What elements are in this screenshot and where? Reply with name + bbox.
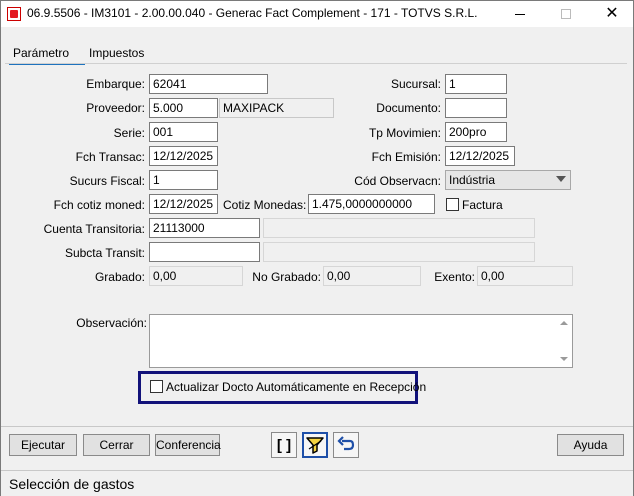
proveedor-label: Proveedor:: [86, 101, 145, 115]
documento-field[interactable]: [445, 98, 507, 118]
actualizar-label: Actualizar Docto Automáticamente en Rece…: [166, 380, 427, 394]
exento-field: 0,00: [477, 266, 573, 286]
scroll-down-icon: [560, 357, 568, 361]
factura-label: Factura: [462, 198, 503, 212]
conferencia-button[interactable]: Conferencia: [155, 434, 221, 456]
serie-field[interactable]: 001: [149, 122, 218, 142]
maximize-icon: [561, 9, 571, 19]
tp-movimien-label: Tp Movimien:: [368, 126, 441, 140]
filter-button[interactable]: [302, 432, 328, 458]
cuenta-transitoria-desc: [263, 218, 535, 238]
cotiz-monedas-field[interactable]: 1.475,0000000000: [308, 194, 435, 214]
scroll-up-icon: [560, 321, 568, 325]
status-bar: Selección de gastos: [1, 470, 633, 496]
embarque-field[interactable]: 62041: [149, 74, 268, 94]
observacion-scrollbar[interactable]: [556, 315, 572, 367]
app-window: 06.9.5506 - IM3101 - 2.00.00.040 - Gener…: [0, 0, 634, 496]
sucurs-fiscal-label: Sucurs Fiscal:: [69, 174, 145, 188]
embarque-label: Embarque:: [86, 77, 145, 91]
undo-button[interactable]: [333, 432, 359, 458]
chevron-down-icon: [556, 176, 566, 182]
sucursal-label: Sucursal:: [390, 77, 441, 91]
tab-impuestos[interactable]: Impuestos: [85, 43, 148, 65]
tab-parametro[interactable]: Parámetro: [9, 43, 85, 65]
tp-movimien-field[interactable]: 200pro: [445, 122, 507, 142]
cerrar-button[interactable]: Cerrar: [83, 434, 150, 456]
brackets-icon: [ ]: [276, 436, 292, 454]
button-bar: Ejecutar Cerrar Conferencia [ ] Ayuda: [1, 426, 633, 462]
title-bar: 06.9.5506 - IM3101 - 2.00.00.040 - Gener…: [1, 1, 633, 27]
undo-icon: [337, 436, 355, 451]
minimize-button[interactable]: [497, 1, 543, 27]
fch-emision-field[interactable]: 12/12/2025: [445, 146, 515, 166]
subcta-transit-field[interactable]: [149, 242, 260, 262]
no-grabado-label: No Grabado:: [252, 270, 321, 284]
documento-label: Documento:: [376, 101, 441, 115]
ayuda-button[interactable]: Ayuda: [557, 434, 624, 456]
filter-funnel-icon: [306, 437, 324, 454]
close-button[interactable]: ✕: [589, 1, 634, 27]
cuenta-transitoria-field[interactable]: 21113000: [149, 218, 260, 238]
brackets-button[interactable]: [ ]: [271, 432, 297, 458]
proveedor-name: MAXIPACK: [219, 98, 334, 118]
maximize-button[interactable]: [543, 1, 589, 27]
observacion-textarea[interactable]: [149, 314, 573, 368]
grabado-label: Grabado:: [94, 270, 145, 284]
minimize-icon: [515, 13, 525, 15]
cuenta-transitoria-label: Cuenta Transitoria:: [43, 222, 145, 236]
observacion-label: Observación:: [76, 316, 147, 330]
subcta-transit-label: Subcta Transit:: [64, 246, 145, 260]
ejecutar-button[interactable]: Ejecutar: [9, 434, 77, 456]
sucurs-fiscal-field[interactable]: 1: [149, 170, 218, 190]
window-title: 06.9.5506 - IM3101 - 2.00.00.040 - Gener…: [27, 6, 478, 20]
cod-observacn-select[interactable]: Indústria: [445, 170, 571, 190]
subcta-transit-desc: [263, 242, 535, 262]
no-grabado-field: 0,00: [323, 266, 421, 286]
fch-cotiz-field[interactable]: 12/12/2025: [149, 194, 218, 214]
sucursal-field[interactable]: 1: [445, 74, 507, 94]
proveedor-field[interactable]: 5.000: [149, 98, 218, 118]
actualizar-checkbox[interactable]: [150, 380, 163, 393]
exento-label: Exento:: [434, 270, 475, 284]
fch-transac-label: Fch Transac:: [75, 150, 145, 164]
factura-checkbox[interactable]: [446, 198, 459, 211]
cod-observacn-label: Cód Observacn:: [354, 174, 441, 188]
cotiz-monedas-label: Cotiz Monedas:: [223, 198, 307, 212]
tab-divider: [5, 63, 627, 64]
cod-observacn-value: Indústria: [449, 173, 496, 187]
grabado-field: 0,00: [149, 266, 243, 286]
fch-cotiz-label: Fch cotiz moned:: [53, 198, 145, 212]
close-icon: ✕: [605, 5, 619, 22]
serie-label: Serie:: [113, 126, 145, 140]
fch-emision-label: Fch Emisión:: [371, 150, 441, 164]
totvs-app-icon: [7, 7, 21, 21]
fch-transac-field[interactable]: 12/12/2025: [149, 146, 218, 166]
